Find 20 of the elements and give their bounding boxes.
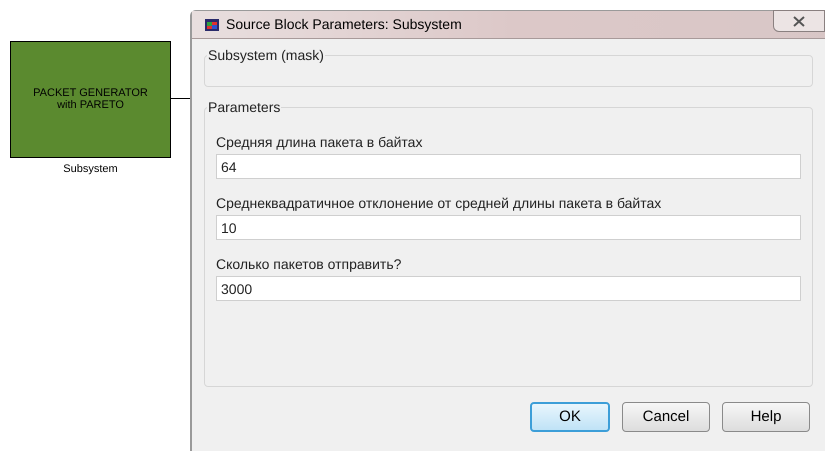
dialog-button[interactable]: OK (530, 402, 610, 432)
input-field[interactable]: 10 (216, 215, 801, 240)
input-field[interactable]: 64 (216, 154, 801, 179)
app-icon (204, 16, 220, 32)
field-label: Средняя длина пакета в байтах (216, 133, 424, 150)
subsystem-block[interactable]: PACKET GENERATOR with PARETO (10, 41, 171, 158)
input-field[interactable]: 3000 (216, 276, 801, 301)
field-label: Среднеквадратичное отклонение от средней длины пакета в байтах (216, 194, 662, 211)
block-label: Subsystem (62, 162, 119, 177)
block-text: PACKET GENERATOR (33, 87, 148, 99)
group-title: Subsystem (mask) (207, 46, 325, 65)
group-title: Parameters (207, 98, 282, 117)
close-button[interactable] (773, 10, 825, 32)
window-title: Source Block Parameters: Subsystem (226, 15, 462, 34)
close-icon (793, 16, 805, 26)
block-text: with PARETO (57, 99, 124, 111)
dialog-button[interactable]: Cancel (622, 402, 710, 432)
dialog-button[interactable]: Help (722, 402, 810, 432)
signal-line (171, 98, 190, 99)
field-label: Сколько пакетов отправить? (216, 255, 402, 272)
